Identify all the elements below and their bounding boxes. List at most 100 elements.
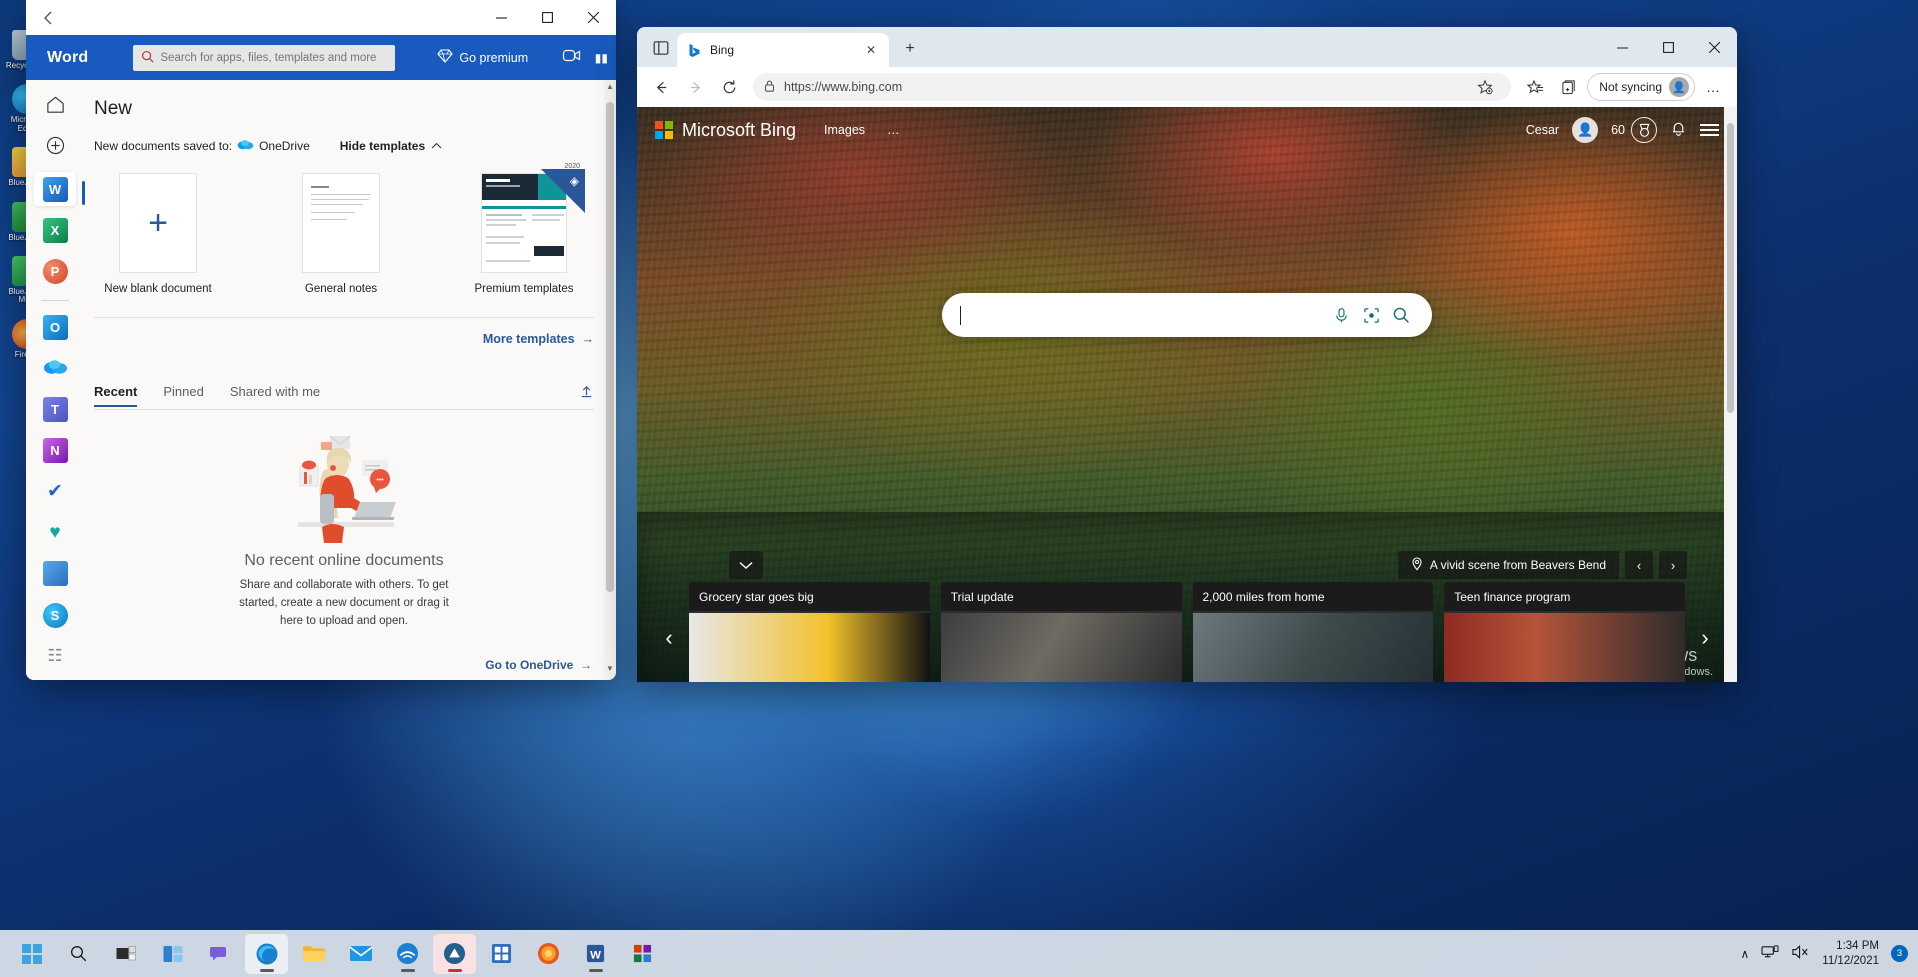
- word-icon: W: [43, 177, 68, 202]
- sidebar-item-outlook[interactable]: O: [34, 311, 76, 345]
- mail-icon[interactable]: [339, 934, 382, 974]
- start-button[interactable]: [10, 934, 53, 974]
- firefox-icon[interactable]: [527, 934, 570, 974]
- scrollbar-thumb[interactable]: [1727, 123, 1734, 413]
- tab-shared-with-me[interactable]: Shared with me: [230, 384, 320, 407]
- more-templates-link[interactable]: More templates →: [94, 332, 594, 346]
- sidebar-item-new[interactable]: [34, 131, 76, 165]
- browser-tab[interactable]: Bing ✕: [677, 33, 889, 67]
- search-input[interactable]: [961, 307, 1326, 323]
- bing-logo[interactable]: Microsoft Bing: [655, 120, 796, 141]
- news-next-button[interactable]: ›: [1691, 616, 1719, 660]
- search-icon[interactable]: [57, 934, 100, 974]
- volume-muted-icon[interactable]: [1791, 944, 1810, 963]
- microphone-icon[interactable]: [1326, 300, 1356, 330]
- taskbar-item-word[interactable]: W: [574, 934, 617, 974]
- news-card[interactable]: Trial update: [941, 582, 1182, 682]
- maximize-button[interactable]: [524, 0, 570, 35]
- close-button[interactable]: [570, 0, 616, 35]
- search-icon[interactable]: [1386, 300, 1416, 330]
- profile-sync-button[interactable]: Not syncing 👤: [1587, 73, 1695, 101]
- news-card[interactable]: 2,000 miles from home: [1193, 582, 1434, 682]
- star-plus-icon[interactable]: [1469, 71, 1501, 103]
- caption-next-button[interactable]: ›: [1659, 551, 1687, 579]
- show-hidden-icons-button[interactable]: ∧: [1741, 947, 1750, 961]
- nav-item-more[interactable]: …: [887, 123, 902, 137]
- refresh-button[interactable]: [713, 71, 745, 103]
- chat-icon[interactable]: [198, 934, 241, 974]
- template-card-premium[interactable]: ◈ 2020 Premium templates: [470, 173, 578, 295]
- sidebar-item-all-apps[interactable]: ☷: [34, 639, 76, 673]
- hide-templates-toggle[interactable]: Hide templates: [340, 139, 442, 153]
- back-button[interactable]: [645, 71, 677, 103]
- caption-prev-button[interactable]: ‹: [1625, 551, 1653, 579]
- word-window[interactable]: Word Go premium ▮▮: [26, 0, 616, 680]
- go-to-onedrive-link[interactable]: Go to OneDrive →: [485, 658, 592, 672]
- sidebar-item-family-safety[interactable]: ♥: [34, 516, 76, 550]
- notification-badge[interactable]: 3: [1891, 945, 1908, 962]
- taskbar-item-misc[interactable]: [621, 934, 664, 974]
- bing-search-box[interactable]: [942, 293, 1432, 337]
- address-bar[interactable]: https://www.bing.com: [753, 73, 1511, 101]
- page-scrollbar[interactable]: [1724, 107, 1737, 682]
- sidebar-item-onenote[interactable]: N: [34, 434, 76, 468]
- maximize-button[interactable]: [1645, 29, 1691, 65]
- scroll-up-arrow[interactable]: ▲: [604, 82, 616, 96]
- sidebar-item-whiteboard[interactable]: [34, 557, 76, 591]
- bluejeans-icon[interactable]: [386, 934, 429, 974]
- sidebar-item-todo[interactable]: ✔: [34, 475, 76, 509]
- scroll-down-arrow[interactable]: ▼: [604, 664, 616, 678]
- nav-item-images[interactable]: Images: [824, 123, 865, 137]
- back-arrow-icon[interactable]: [26, 0, 72, 35]
- chevron-down-icon[interactable]: [729, 551, 763, 579]
- sidebar-item-onedrive[interactable]: [34, 352, 76, 386]
- scrollbar-thumb[interactable]: [606, 102, 614, 592]
- word-search-box[interactable]: [133, 45, 395, 71]
- news-card[interactable]: Grocery star goes big: [689, 582, 930, 682]
- microsoft-store-icon[interactable]: [480, 934, 523, 974]
- file-explorer-icon[interactable]: [292, 934, 335, 974]
- task-view-icon[interactable]: [104, 934, 147, 974]
- onedrive-target[interactable]: OneDrive: [237, 138, 310, 153]
- tab-recent[interactable]: Recent: [94, 384, 137, 407]
- template-card-general-notes[interactable]: General notes: [287, 173, 395, 295]
- sidebar-item-home[interactable]: [34, 90, 76, 124]
- widgets-icon[interactable]: [151, 934, 194, 974]
- minimize-button[interactable]: [1599, 29, 1645, 65]
- bell-icon[interactable]: [1670, 120, 1687, 140]
- plus-circle-icon: [45, 135, 66, 161]
- news-card[interactable]: Teen finance program: [1444, 582, 1685, 682]
- minimize-button[interactable]: [478, 0, 524, 35]
- visual-search-icon[interactable]: [1356, 300, 1386, 330]
- tab-pinned[interactable]: Pinned: [163, 384, 203, 407]
- sidebar-item-excel[interactable]: X: [34, 213, 76, 247]
- rewards-button[interactable]: 60: [1611, 117, 1657, 143]
- hamburger-icon[interactable]: [1700, 124, 1719, 136]
- network-icon[interactable]: [1761, 944, 1779, 963]
- tab-list-icon[interactable]: [645, 32, 677, 64]
- taskbar-item-app[interactable]: [433, 934, 476, 974]
- news-prev-button[interactable]: ‹: [655, 616, 683, 660]
- go-premium-button[interactable]: Go premium: [437, 49, 528, 66]
- sidebar-item-skype[interactable]: S: [34, 598, 76, 632]
- taskbar-item-edge[interactable]: [245, 934, 288, 974]
- word-scrollbar[interactable]: ▲ ▼: [604, 80, 616, 680]
- upload-icon[interactable]: [579, 384, 594, 407]
- collections-icon[interactable]: [1553, 71, 1585, 103]
- video-camera-icon[interactable]: [562, 47, 581, 69]
- clock[interactable]: 1:34 PM 11/12/2021: [1822, 939, 1879, 968]
- template-card-blank[interactable]: + New blank document: [104, 173, 212, 295]
- search-input[interactable]: [160, 52, 387, 64]
- new-tab-button[interactable]: +: [895, 34, 925, 64]
- sidebar-item-word[interactable]: W: [34, 172, 76, 206]
- edge-browser-window[interactable]: Bing ✕ + https://www.bing.com: [637, 27, 1737, 682]
- avatar[interactable]: 👤: [1572, 117, 1598, 143]
- grid-icon[interactable]: ▮▮: [595, 51, 608, 65]
- settings-and-more-button[interactable]: …: [1697, 71, 1729, 103]
- sidebar-item-powerpoint[interactable]: P: [34, 254, 76, 288]
- close-icon[interactable]: ✕: [862, 41, 880, 59]
- sidebar-item-teams[interactable]: T: [34, 393, 76, 427]
- favorites-icon[interactable]: [1519, 71, 1551, 103]
- close-button[interactable]: [1691, 29, 1737, 65]
- forward-button[interactable]: [679, 71, 711, 103]
